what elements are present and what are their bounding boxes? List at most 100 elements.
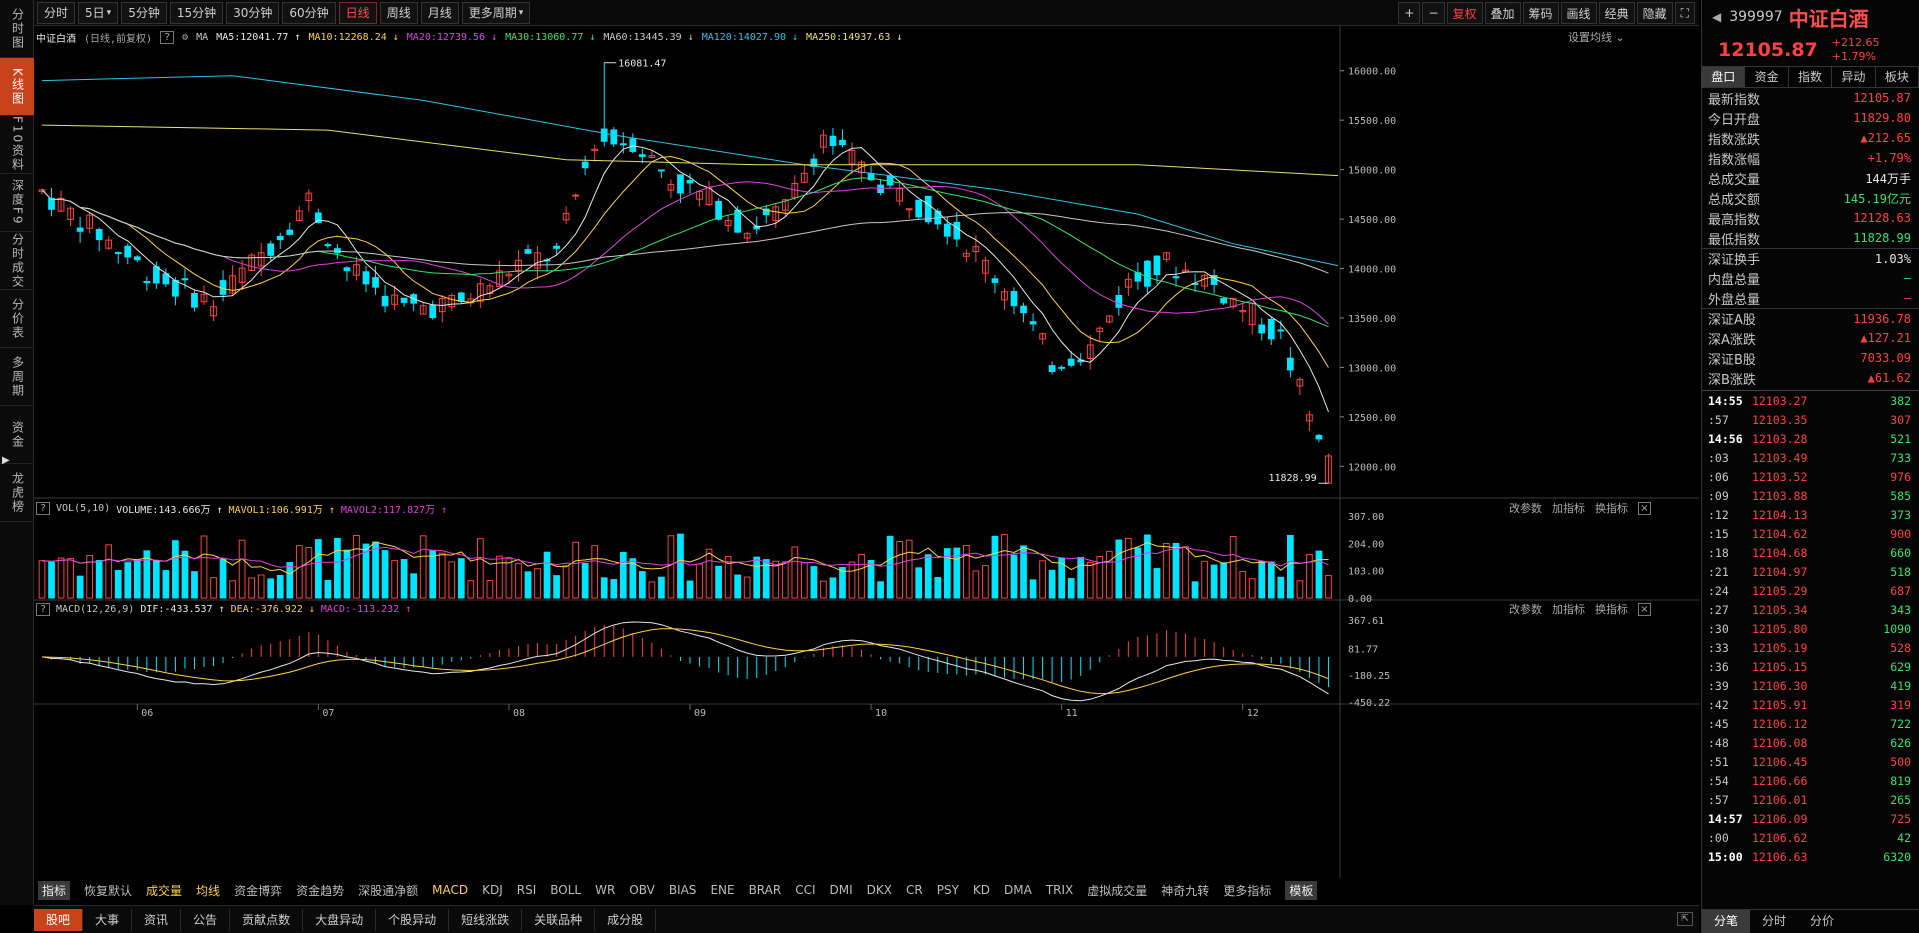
volume-bar bbox=[286, 562, 294, 599]
indicator-tab-20[interactable]: PSY bbox=[937, 883, 959, 897]
indicator-tab-2[interactable]: 成交量 bbox=[146, 882, 182, 899]
prev-arrow-icon[interactable]: ◀ bbox=[1712, 10, 1721, 24]
quote-tab-2[interactable]: 指数 bbox=[1789, 67, 1833, 87]
indicator-tab-5[interactable]: 资金趋势 bbox=[296, 882, 344, 899]
indicator-tab-23[interactable]: TRIX bbox=[1046, 883, 1073, 897]
quote-bottom-tab-0[interactable]: 分笔 bbox=[1702, 910, 1751, 933]
indicator-tab-12[interactable]: OBV bbox=[629, 883, 655, 897]
indicator-tab-10[interactable]: BOLL bbox=[550, 883, 581, 897]
period-button-6[interactable]: 日线 bbox=[338, 1, 377, 24]
kline-chart[interactable]: 16000.00 15500.00 15000.00 14500.00 14000.00… bbox=[34, 26, 1699, 891]
sidebar-item-6[interactable]: 多周期 bbox=[0, 348, 34, 406]
tick-row: :03 12103.49 733 bbox=[1702, 448, 1919, 467]
indicator-tab-8[interactable]: KDJ bbox=[482, 883, 503, 897]
indicator-tab-27[interactable]: 模板 bbox=[1285, 880, 1318, 900]
bottom-tab-8[interactable]: 关联品种 bbox=[522, 908, 596, 931]
period-button-5[interactable]: 60分钟 bbox=[282, 1, 336, 24]
bottom-tab-0[interactable]: 股吧 bbox=[34, 908, 84, 931]
indicator-tab-4[interactable]: 资金博弈 bbox=[234, 882, 282, 899]
sidebar-item-2[interactable]: F10资料 bbox=[0, 116, 34, 174]
period-button-9[interactable]: 更多周期 ▾ bbox=[461, 1, 531, 24]
ma250-line bbox=[41, 124, 1339, 177]
tool-button-7[interactable]: 隐藏 bbox=[1636, 2, 1673, 24]
indicator-tab-17[interactable]: DMI bbox=[830, 883, 853, 897]
volume-tool-2[interactable]: 换指标 bbox=[1595, 500, 1628, 516]
bottom-tab-4[interactable]: 贡献点数 bbox=[230, 908, 304, 931]
help-icon[interactable]: ? bbox=[160, 30, 175, 44]
sidebar-item-3[interactable]: 深度F9 bbox=[0, 174, 34, 232]
sidebar-item-1[interactable]: K线图 bbox=[0, 58, 34, 116]
tick-volume: 626 bbox=[1890, 735, 1911, 750]
indicator-tab-25[interactable]: 神奇九转 bbox=[1161, 882, 1209, 899]
indicator-tab-11[interactable]: WR bbox=[595, 883, 615, 897]
panel-help-icon[interactable]: ? bbox=[36, 602, 51, 616]
indicator-tab-19[interactable]: CR bbox=[906, 883, 923, 897]
gear-icon[interactable]: ⚙ bbox=[182, 32, 188, 43]
period-button-7[interactable]: 周线 bbox=[379, 1, 418, 24]
macd-tool-0[interactable]: 改参数 bbox=[1509, 601, 1542, 617]
sidebar-item-5[interactable]: 分价表 bbox=[0, 290, 34, 348]
tool-button-4[interactable]: 筹码 bbox=[1522, 2, 1559, 24]
tool-button-8[interactable]: ⛶ bbox=[1674, 2, 1695, 24]
quote-tab-0[interactable]: 盘口 bbox=[1702, 67, 1746, 87]
indicator-tab-3[interactable]: 均线 bbox=[196, 882, 220, 899]
indicator-tab-22[interactable]: DMA bbox=[1004, 883, 1032, 897]
quote-tab-3[interactable]: 异动 bbox=[1832, 67, 1876, 87]
indicator-tab-1[interactable]: 恢复默认 bbox=[84, 882, 132, 899]
indicator-tab-13[interactable]: BIAS bbox=[669, 883, 697, 897]
indicator-tab-26[interactable]: 更多指标 bbox=[1223, 882, 1271, 899]
indicator-tab-16[interactable]: CCI bbox=[795, 883, 815, 897]
sidebar-item-4[interactable]: 分时成交 bbox=[0, 232, 34, 290]
tool-button-5[interactable]: 画线 bbox=[1560, 2, 1597, 24]
bottom-tab-7[interactable]: 短线涨跌 bbox=[449, 908, 523, 931]
expand-icon[interactable]: ⇱ bbox=[1677, 912, 1693, 926]
indicator-tab-21[interactable]: KD bbox=[973, 883, 990, 897]
sidebar-item-8[interactable]: 龙虎榜 bbox=[0, 464, 34, 522]
tool-button-2[interactable]: 复权 bbox=[1446, 2, 1483, 24]
bottom-tab-1[interactable]: 大事 bbox=[83, 908, 133, 931]
quote-row: 最高指数 12128.63 bbox=[1702, 208, 1919, 228]
bottom-tab-6[interactable]: 个股异动 bbox=[376, 908, 450, 931]
indicator-tab-24[interactable]: 虚拟成交量 bbox=[1087, 882, 1147, 899]
sidebar-item-0[interactable]: 分时图 bbox=[0, 0, 34, 58]
macd-close-icon[interactable]: × bbox=[1638, 602, 1651, 616]
tick-row: :36 12105.15 629 bbox=[1702, 657, 1919, 676]
tick-list[interactable]: 14:55 12103.27 382:57 12103.35 307 14:56 12103… bbox=[1702, 390, 1919, 866]
period-button-8[interactable]: 月线 bbox=[420, 1, 459, 24]
macd-tool-1[interactable]: 加指标 bbox=[1552, 601, 1585, 617]
chart-canvas[interactable]: 16000.00 15500.00 15000.00 14500.00 14000.00… bbox=[34, 26, 1699, 891]
macd-tool-2[interactable]: 换指标 bbox=[1595, 601, 1628, 617]
bottom-tab-3[interactable]: 公告 bbox=[181, 908, 231, 931]
indicator-tab-0[interactable]: 指标 bbox=[38, 880, 71, 900]
indicator-tab-18[interactable]: DKX bbox=[867, 883, 892, 897]
bottom-tab-5[interactable]: 大盘异动 bbox=[303, 908, 377, 931]
volume-close-icon[interactable]: × bbox=[1638, 501, 1651, 515]
indicator-tab-7[interactable]: MACD bbox=[432, 883, 468, 897]
collapse-arrow-icon[interactable]: ▶ bbox=[2, 455, 10, 466]
indicator-tab-9[interactable]: RSI bbox=[517, 883, 537, 897]
indicator-tab-15[interactable]: BRAR bbox=[749, 883, 782, 897]
period-button-1[interactable]: 5日 ▾ bbox=[78, 1, 119, 24]
tool-button-1[interactable]: − bbox=[1422, 2, 1445, 24]
period-button-4[interactable]: 30分钟 bbox=[226, 1, 280, 24]
indicator-tab-14[interactable]: ENE bbox=[710, 883, 734, 897]
tool-button-0[interactable]: + bbox=[1398, 2, 1421, 24]
period-button-3[interactable]: 15分钟 bbox=[169, 1, 224, 24]
ma-settings-button[interactable]: 设置均线 ⌄ bbox=[1568, 29, 1625, 45]
quote-bottom-tab-2[interactable]: 分价 bbox=[1798, 910, 1846, 933]
panel-help-icon[interactable]: ? bbox=[36, 501, 51, 515]
tool-button-3[interactable]: 叠加 bbox=[1484, 2, 1521, 24]
bottom-tab-9[interactable]: 成分股 bbox=[595, 908, 657, 931]
macd-axis-label: 81.77 bbox=[1348, 645, 1378, 656]
period-button-2[interactable]: 5分钟 bbox=[121, 1, 167, 24]
volume-tool-1[interactable]: 加指标 bbox=[1552, 500, 1585, 516]
quote-bottom-tab-1[interactable]: 分时 bbox=[1750, 910, 1798, 933]
quote-tab-1[interactable]: 资金 bbox=[1745, 67, 1789, 87]
volume-bar bbox=[305, 547, 313, 599]
bottom-tab-2[interactable]: 资讯 bbox=[132, 908, 182, 931]
tool-button-6[interactable]: 经典 bbox=[1598, 2, 1635, 24]
indicator-tab-6[interactable]: 深股通净额 bbox=[358, 882, 418, 899]
volume-tool-0[interactable]: 改参数 bbox=[1509, 500, 1542, 516]
quote-tab-4[interactable]: 板块 bbox=[1876, 67, 1919, 87]
period-button-0[interactable]: 分时 bbox=[37, 1, 76, 24]
